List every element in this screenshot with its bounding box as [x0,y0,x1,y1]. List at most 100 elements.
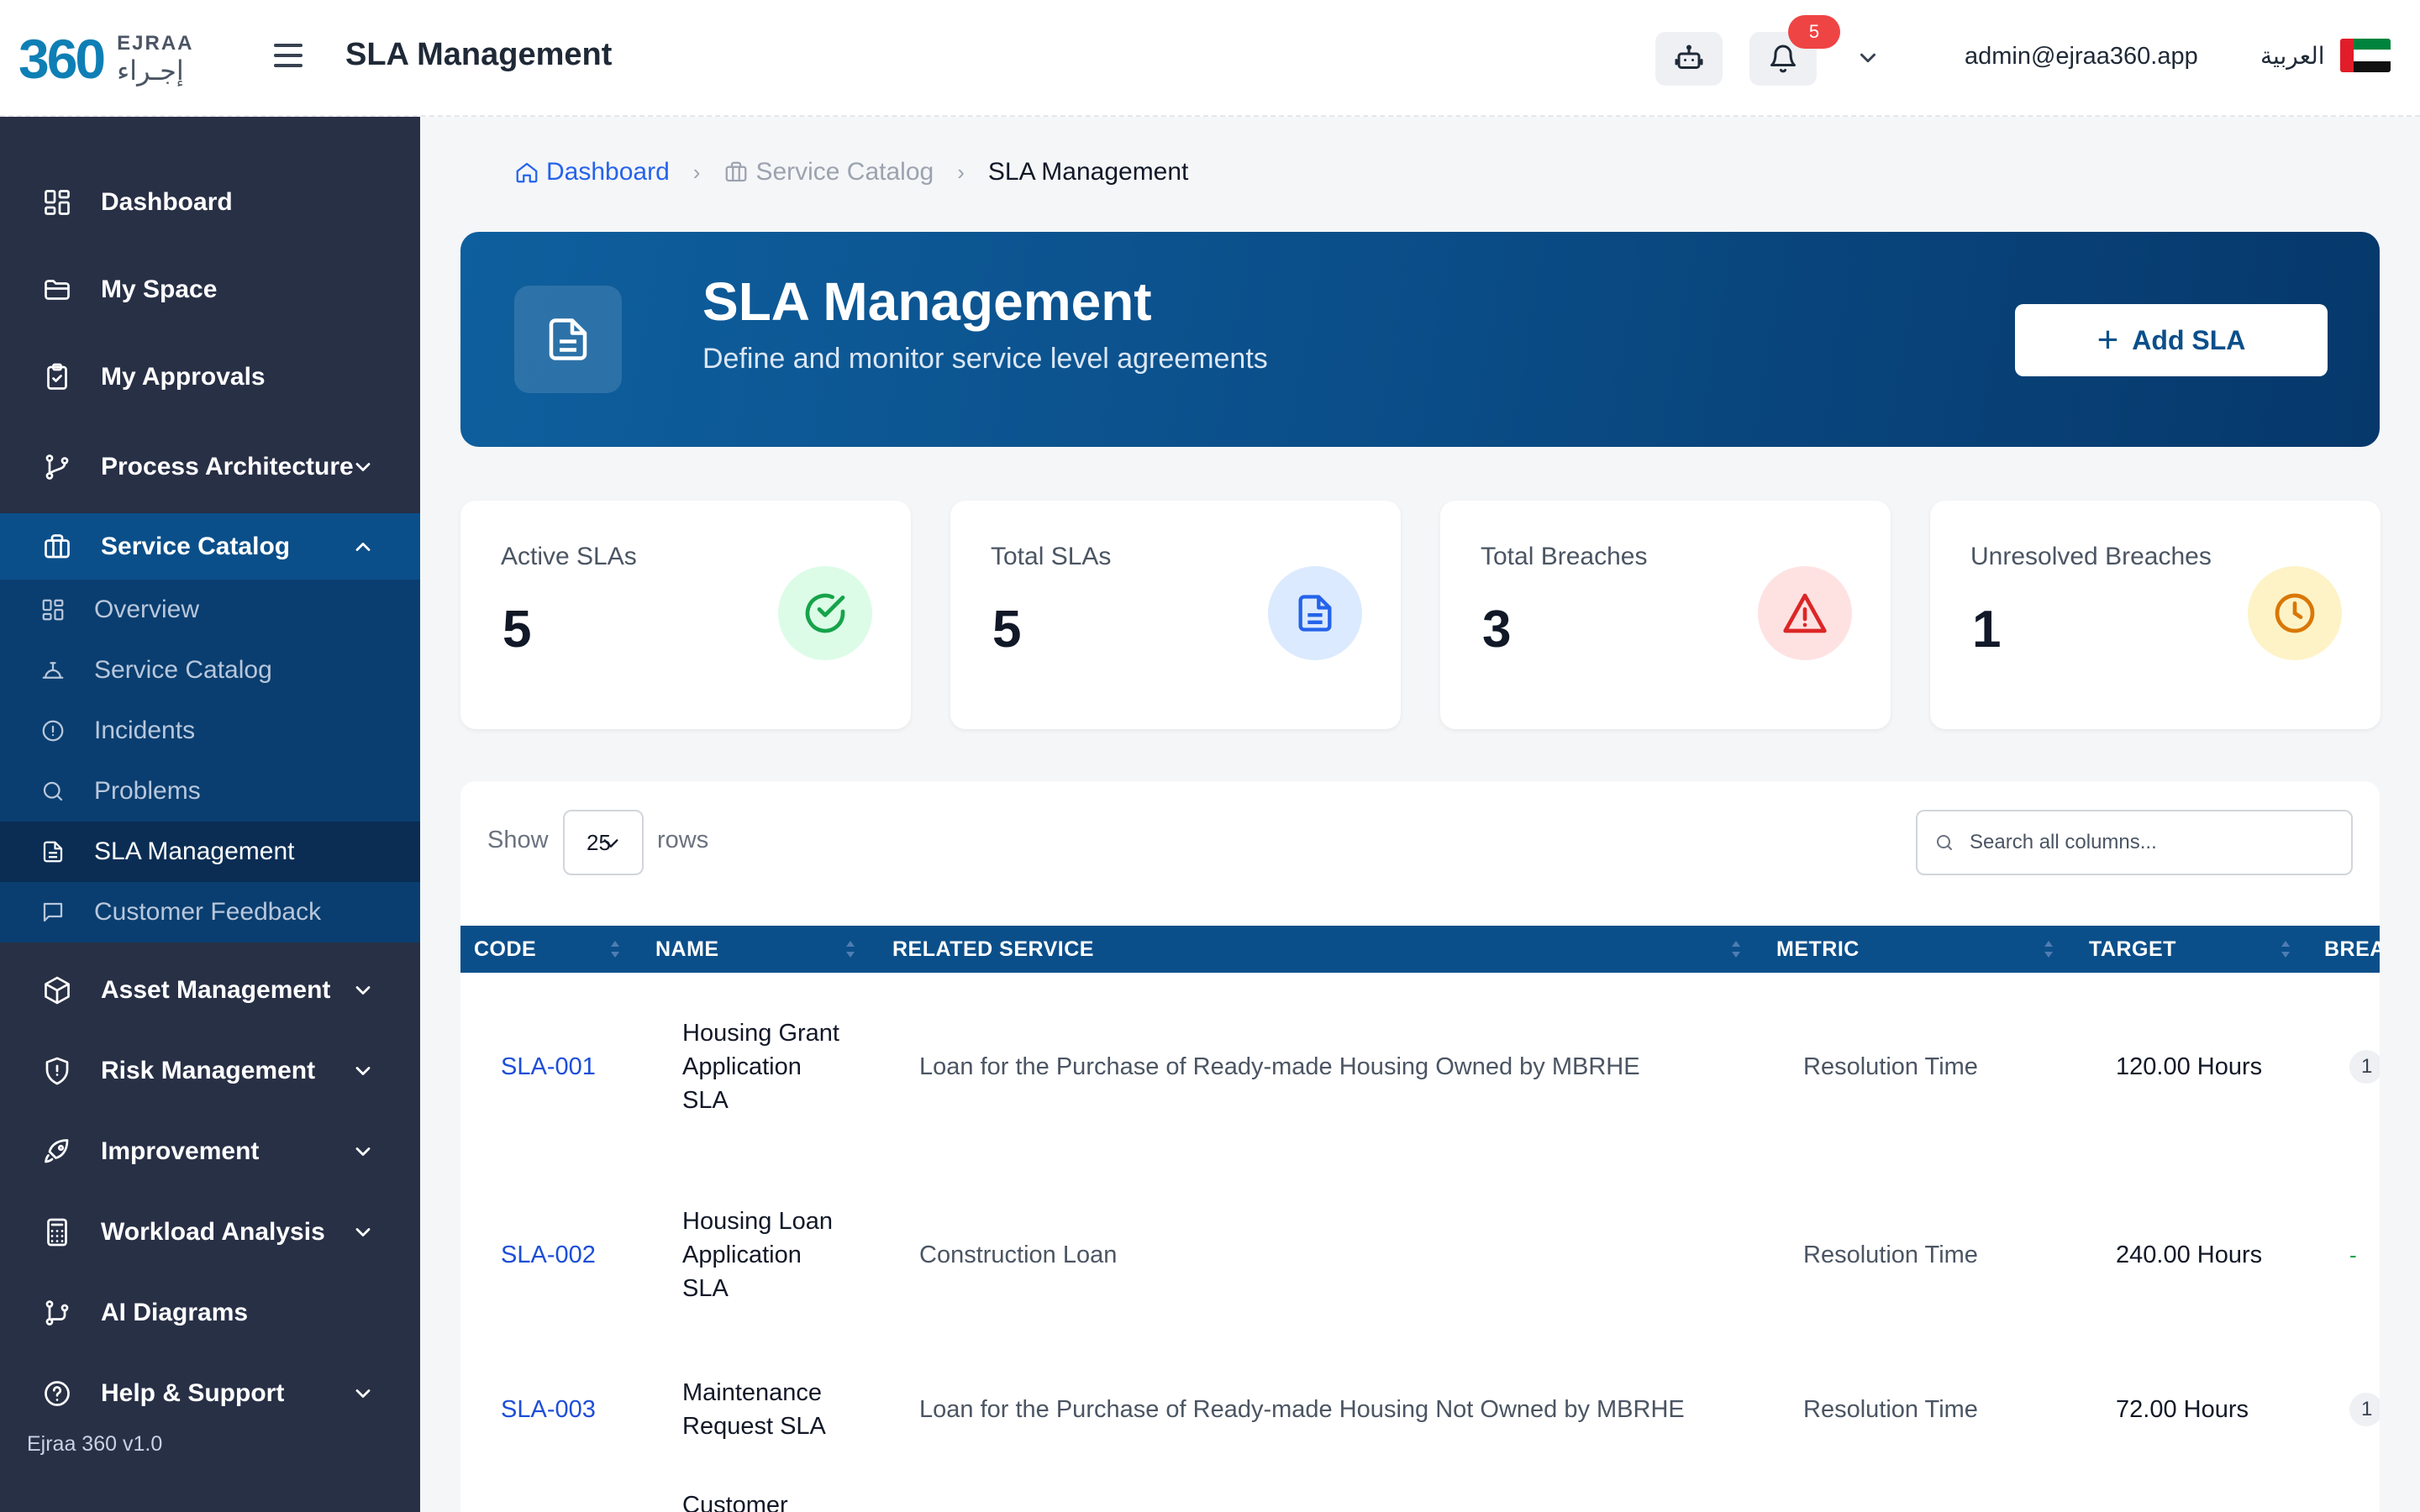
briefcase-icon [40,530,74,564]
user-email[interactable]: admin@ejraa360.app [1965,43,2198,71]
service-catalog-submenu: Overview Service Catalog Incidents Probl… [0,580,420,942]
home-icon [516,162,538,183]
calculator-icon [40,1215,74,1249]
breach-count-badge: 1 [2349,1050,2380,1084]
breadcrumb-dashboard[interactable]: Dashboard [514,158,670,186]
sidebar-item-process-architecture[interactable]: Process Architecture [0,433,420,501]
sidebar-item-ai-diagrams[interactable]: AI Diagrams [0,1279,420,1347]
submenu-item-sla-management[interactable]: SLA Management [0,822,420,882]
sidebar-item-my-space[interactable]: My Space [0,256,420,323]
table-row[interactable]: SLA-002 Housing Loan Application SLA Con… [460,1161,2380,1349]
plus-icon: + [2096,319,2119,360]
stat-label: Unresolved Breaches [1970,543,2212,570]
rocket-icon [40,1135,74,1168]
sidebar-item-asset-management[interactable]: Asset Management [0,957,420,1024]
stat-value: 1 [1972,601,2002,659]
check-circle-icon [778,566,872,660]
rows-label: rows [657,827,709,853]
chevron-down-icon [355,1228,371,1236]
sla-metric: Resolution Time [1803,1395,1978,1423]
table-row[interactable]: SLA-001 Housing Grant Application SLA Lo… [460,973,2380,1161]
sort-icon[interactable] [1729,936,1743,963]
table-row[interactable]: SLA-003 Maintenance Request SLA Loan for… [460,1349,2380,1470]
menu-toggle-icon[interactable] [274,44,302,69]
submenu-item-customer-feedback[interactable]: Customer Feedback [0,882,420,942]
search-input[interactable] [1970,831,2339,854]
folder-icon [40,273,74,307]
grid-icon [39,596,67,624]
table-row[interactable]: Customer [460,1488,2380,1512]
submenu-item-label: SLA Management [94,837,295,865]
breach-count-empty: - [2349,1242,2357,1268]
sla-code-link[interactable]: SLA-001 [501,1053,596,1081]
chevron-right-icon: › [692,159,701,185]
bell-icon [1770,45,1796,73]
clipboard-check-icon [40,360,74,394]
column-header-related-service[interactable]: RELATED SERVICE [892,926,1094,973]
submenu-item-incidents[interactable]: Incidents [0,701,420,761]
stat-label: Total Breaches [1481,543,1648,570]
sort-icon[interactable] [608,936,622,963]
column-header-name[interactable]: NAME [655,926,719,973]
submenu-item-problems[interactable]: Problems [0,761,420,822]
message-square-icon [39,898,67,927]
stat-card-total-breaches: Total Breaches 3 [1440,501,1891,729]
sidebar-item-risk-management[interactable]: Risk Management [0,1037,420,1105]
sort-icon[interactable] [2042,936,2055,963]
add-sla-button[interactable]: + Add SLA [2015,304,2328,376]
alert-circle-icon [39,717,67,745]
robot-icon [1675,45,1703,69]
git-branch-icon [40,450,74,484]
sla-code-link[interactable]: SLA-003 [501,1396,596,1424]
submenu-item-label: Customer Feedback [94,898,322,926]
breadcrumb-service-catalog[interactable]: Service Catalog [723,158,934,186]
show-label: Show [487,827,549,853]
submenu-item-label: Problems [94,777,201,805]
briefcase-icon [726,161,747,182]
submenu-item-service-catalog[interactable]: Service Catalog [0,640,420,701]
shield-alert-icon [40,1054,74,1088]
column-header-breaches[interactable]: BREA [2324,926,2380,973]
stat-card-unresolved-breaches: Unresolved Breaches 1 [1930,501,2381,729]
sidebar-item-label: Help & Support [101,1379,285,1407]
sidebar-item-workload-analysis[interactable]: Workload Analysis [0,1199,420,1266]
sidebar-item-label: Improvement [101,1137,260,1165]
app-logo[interactable]: 360 EJRAA إجـراء [18,25,212,92]
sidebar-item-label: My Space [101,276,218,303]
sla-code-link[interactable]: SLA-002 [501,1242,596,1269]
chevron-down-icon [355,986,371,995]
sla-metric: Resolution Time [1803,1241,1978,1268]
sidebar-item-dashboard[interactable]: Dashboard [0,169,420,236]
diagram-icon [40,1296,74,1330]
warning-triangle-icon [1758,566,1852,660]
submenu-item-overview[interactable]: Overview [0,580,420,640]
sidebar-item-my-approvals[interactable]: My Approvals [0,344,420,411]
sidebar-item-label: My Approvals [101,363,266,391]
sidebar-item-improvement[interactable]: Improvement [0,1118,420,1185]
sidebar-item-label: Asset Management [101,976,331,1004]
language-label: العربية [2260,42,2325,69]
submenu-item-label: Incidents [94,717,196,744]
document-icon [514,286,622,393]
rows-per-page-select[interactable]: 25 [563,810,644,875]
box-icon [40,974,74,1007]
related-service: Loan for the Purchase of Ready-made Hous… [919,1053,1640,1080]
chevron-down-icon[interactable] [1855,45,1881,71]
sort-icon[interactable] [844,936,857,963]
sidebar-item-help-support[interactable]: Help & Support [0,1360,420,1427]
sort-icon[interactable] [2279,936,2292,963]
column-header-code[interactable]: CODE [474,926,536,973]
chatbot-button[interactable] [1655,32,1723,86]
breadcrumb: Dashboard › Service Catalog › SLA Manage… [514,158,1188,186]
stat-card-active-slas: Active SLAs 5 [460,501,911,729]
sidebar-item-label: Process Architecture [101,453,354,480]
chevron-down-icon [603,839,618,848]
column-header-target[interactable]: TARGET [2089,926,2176,973]
language-switcher[interactable]: العربية [2260,39,2391,72]
sidebar-item-service-catalog[interactable]: Service Catalog [0,513,420,580]
bell-service-icon [39,656,67,685]
sidebar-item-label: Dashboard [101,188,233,216]
column-header-metric[interactable]: METRIC [1776,926,1860,973]
help-circle-icon [40,1377,74,1410]
breach-count-badge: 1 [2349,1393,2380,1426]
